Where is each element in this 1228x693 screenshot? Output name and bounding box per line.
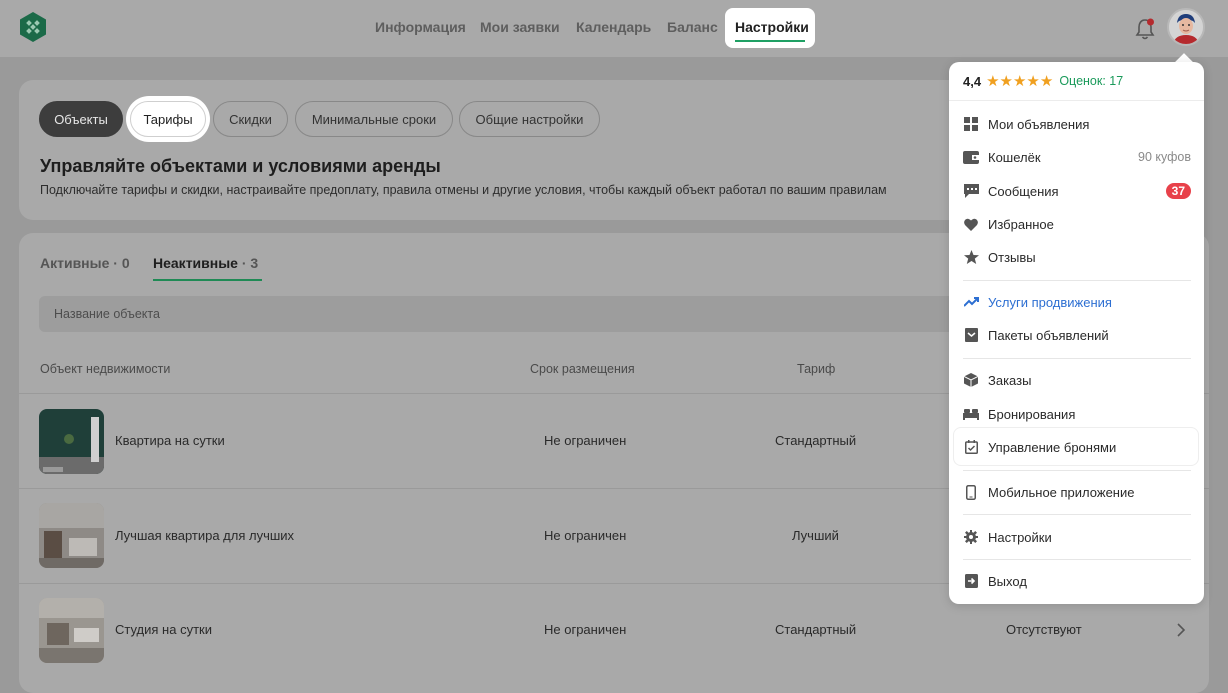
divider xyxy=(963,358,1191,359)
grid-icon xyxy=(963,116,979,132)
notification-dot xyxy=(1147,18,1154,26)
calendar-check-icon xyxy=(963,439,979,455)
nav-item-balance[interactable]: Баланс xyxy=(667,19,718,35)
tab-inactive-count: · 3 xyxy=(241,255,259,271)
box-icon xyxy=(963,372,979,388)
messages-badge: 37 xyxy=(1165,183,1191,199)
column-header-object: Объект недвижимости xyxy=(40,362,171,376)
pill-objects[interactable]: Объекты xyxy=(39,101,123,137)
rating: 4,4 ★★★★★ Оценок: 17 xyxy=(963,72,1123,90)
menu-item-booking-management[interactable]: Управление бронями xyxy=(963,435,1191,459)
menu-item-label: Сообщения xyxy=(988,183,1059,199)
pill-tariffs[interactable]: Тарифы xyxy=(130,101,206,137)
menu-item-messages[interactable]: Сообщения 37 xyxy=(963,179,1191,203)
column-header-term: Срок размещения xyxy=(530,362,635,376)
menu-item-reviews[interactable]: Отзывы xyxy=(963,245,1191,269)
chevron-right-icon[interactable] xyxy=(1176,623,1186,637)
tab-active[interactable]: Активные · 0 xyxy=(40,255,130,271)
menu-item-label: Отзывы xyxy=(988,249,1036,265)
menu-item-label: Пакеты объявлений xyxy=(988,327,1109,343)
nav-item-requests[interactable]: Мои заявки xyxy=(480,19,560,35)
object-name[interactable]: Студия на сутки xyxy=(115,622,212,637)
search-placeholder: Название объекта xyxy=(54,307,160,321)
pill-general-settings[interactable]: Общие настройки xyxy=(459,101,600,137)
logout-icon xyxy=(963,573,979,589)
object-tariff: Стандартный xyxy=(775,622,857,637)
menu-item-label: Настройки xyxy=(988,529,1052,545)
avatar[interactable] xyxy=(1167,8,1205,46)
phone-icon xyxy=(963,484,979,500)
rating-count[interactable]: Оценок: 17 xyxy=(1059,74,1123,88)
menu-item-label: Бронирования xyxy=(988,406,1076,422)
divider xyxy=(963,280,1191,281)
tab-active-count: · 0 xyxy=(113,255,130,271)
menu-item-label: Кошелёк xyxy=(988,149,1041,165)
object-extra: Отсутствуют xyxy=(1006,622,1082,637)
menu-item-wallet[interactable]: Кошелёк 90 куфов xyxy=(963,145,1191,169)
divider xyxy=(949,100,1204,101)
main-nav: Информация Мои заявки Календарь Баланс Н… xyxy=(0,8,1228,48)
object-term: Не ограничен xyxy=(544,622,627,637)
menu-item-mobile-app[interactable]: Мобильное приложение xyxy=(963,480,1191,504)
pill-discounts[interactable]: Скидки xyxy=(213,101,288,137)
menu-item-logout[interactable]: Выход xyxy=(963,569,1191,593)
menu-item-label: Мобильное приложение xyxy=(988,484,1135,500)
object-term: Не ограничен xyxy=(544,528,627,543)
menu-item-settings[interactable]: Настройки xyxy=(963,525,1191,549)
chat-icon xyxy=(963,183,979,199)
pill-tariffs-highlight: Тарифы xyxy=(126,96,210,142)
object-term: Не ограничен xyxy=(544,433,627,448)
trend-up-icon xyxy=(963,294,979,310)
wallet-icon xyxy=(963,149,979,165)
heart-icon xyxy=(963,216,979,232)
menu-item-orders[interactable]: Заказы xyxy=(963,368,1191,392)
menu-item-promotion[interactable]: Услуги продвижения xyxy=(963,290,1191,314)
object-tariff: Стандартный xyxy=(775,433,857,448)
divider xyxy=(963,559,1191,560)
object-thumbnail[interactable] xyxy=(39,409,104,474)
tab-underline xyxy=(153,279,262,281)
rating-value: 4,4 xyxy=(963,73,982,89)
search-input[interactable]: Название объекта xyxy=(39,296,979,332)
menu-item-label: Избранное xyxy=(988,216,1054,232)
object-tariff: Лучший xyxy=(792,528,839,543)
menu-item-bookings[interactable]: Бронирования xyxy=(963,402,1191,426)
menu-item-packages[interactable]: Пакеты объявлений xyxy=(963,323,1191,347)
menu-item-label: Управление бронями xyxy=(988,439,1117,455)
object-name[interactable]: Лучшая квартира для лучших xyxy=(115,528,294,543)
object-name[interactable]: Квартира на сутки xyxy=(115,433,225,448)
divider xyxy=(963,470,1191,471)
bell-icon[interactable] xyxy=(1134,17,1156,41)
star-icon xyxy=(963,249,979,265)
object-thumbnail[interactable] xyxy=(39,598,104,663)
page-title: Управляйте объектами и условиями аренды xyxy=(40,156,441,176)
menu-item-label: Услуги продвижения xyxy=(988,294,1112,310)
nav-item-calendar[interactable]: Календарь xyxy=(576,19,651,35)
menu-item-label: Заказы xyxy=(988,372,1032,388)
column-header-tariff: Тариф xyxy=(797,362,836,376)
nav-active-underline xyxy=(735,40,805,42)
tab-active-label: Активные xyxy=(40,255,110,271)
menu-item-favorites[interactable]: Избранное xyxy=(963,212,1191,236)
page-subtitle: Подключайте тарифы и скидки, настраивайт… xyxy=(40,183,887,197)
menu-item-my-ads[interactable]: Мои объявления xyxy=(963,112,1191,136)
menu-item-label: Выход xyxy=(988,573,1027,589)
nav-item-settings-label: Настройки xyxy=(735,19,809,35)
package-icon xyxy=(963,327,979,343)
rating-stars-icon: ★★★★★ xyxy=(986,73,1054,90)
gear-icon xyxy=(963,529,979,545)
tab-inactive[interactable]: Неактивные · 3 xyxy=(153,255,258,271)
object-thumbnail[interactable] xyxy=(39,503,104,568)
nav-item-info[interactable]: Информация xyxy=(375,19,466,35)
bed-icon xyxy=(963,406,979,422)
tab-inactive-label: Неактивные xyxy=(153,255,238,271)
wallet-balance: 90 куфов xyxy=(1138,150,1191,164)
nav-item-settings[interactable]: Настройки xyxy=(725,8,815,48)
divider xyxy=(963,514,1191,515)
pill-min-terms[interactable]: Минимальные сроки xyxy=(295,101,453,137)
menu-item-label: Мои объявления xyxy=(988,116,1090,132)
